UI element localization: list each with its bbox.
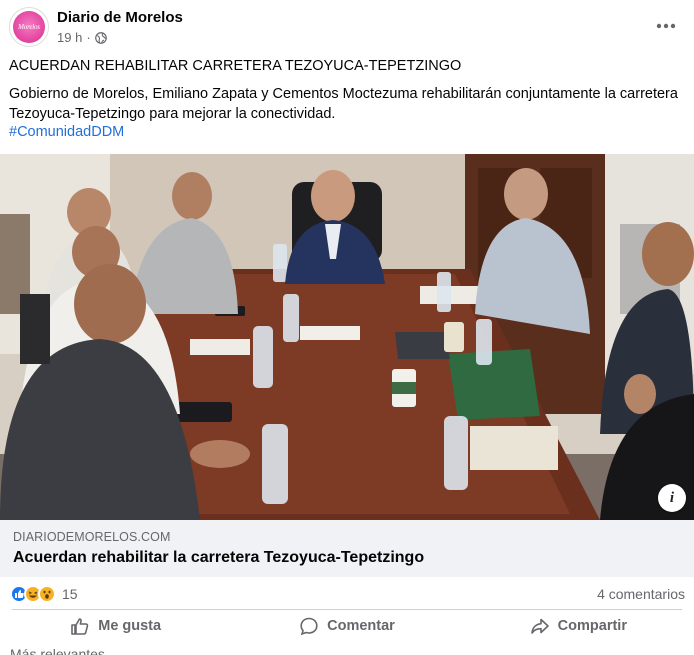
post-timestamp[interactable]: 19 h xyxy=(57,30,82,45)
meta-separator: · xyxy=(86,30,91,45)
share-label: Compartir xyxy=(557,618,627,634)
post-body: Gobierno de Morelos, Emiliano Zapata y C… xyxy=(9,86,678,122)
hashtag-link[interactable]: #ComunidadDDM xyxy=(9,124,124,140)
post-actions: Me gusta Comentar Compartir xyxy=(0,611,694,641)
avatar-logo: Morelos xyxy=(13,11,45,43)
share-button[interactable]: Compartir xyxy=(463,611,694,641)
avatar-logo-text: Morelos xyxy=(18,23,40,31)
info-button[interactable]: i xyxy=(658,484,686,512)
comment-sort-label[interactable]: Más relevantes xyxy=(10,646,105,655)
comment-label: Comentar xyxy=(327,618,395,634)
meeting-photo-illustration xyxy=(0,154,694,520)
reactions-summary[interactable]: 15 xyxy=(10,584,78,604)
actions-divider xyxy=(12,609,682,610)
comment-bubble-icon xyxy=(300,617,318,636)
post-headline: ACUERDAN REHABILITAR CARRETERA TEZOYUCA-… xyxy=(9,58,462,74)
post-meta: 19 h · xyxy=(57,30,107,45)
facebook-post: Morelos Diario de Morelos 19 h · ACUERDA… xyxy=(0,0,694,655)
page-name-link[interactable]: Diario de Morelos xyxy=(57,9,183,26)
page-avatar[interactable]: Morelos xyxy=(9,7,49,47)
reaction-count: 15 xyxy=(62,586,78,602)
comment-button[interactable]: Comentar xyxy=(231,611,462,641)
link-domain: DIARIODEMORELOS.COM xyxy=(13,530,171,544)
share-arrow-icon xyxy=(530,618,549,634)
comments-count-link[interactable]: 4 comentarios xyxy=(597,586,685,602)
link-title[interactable]: Acuerdan rehabilitar la carretera Tezoyu… xyxy=(13,549,424,567)
post-photo[interactable]: i xyxy=(0,154,694,520)
wow-reaction-icon xyxy=(38,585,56,603)
like-button[interactable]: Me gusta xyxy=(0,611,231,641)
thumbs-up-icon xyxy=(71,618,89,635)
more-options-button[interactable] xyxy=(654,14,678,38)
globe-icon xyxy=(94,31,107,44)
ellipsis-icon xyxy=(656,23,676,29)
like-label: Me gusta xyxy=(98,618,162,634)
post-header: Morelos Diario de Morelos 19 h · xyxy=(0,0,694,52)
link-preview[interactable]: DIARIODEMORELOS.COM Acuerdan rehabilitar… xyxy=(0,520,694,577)
